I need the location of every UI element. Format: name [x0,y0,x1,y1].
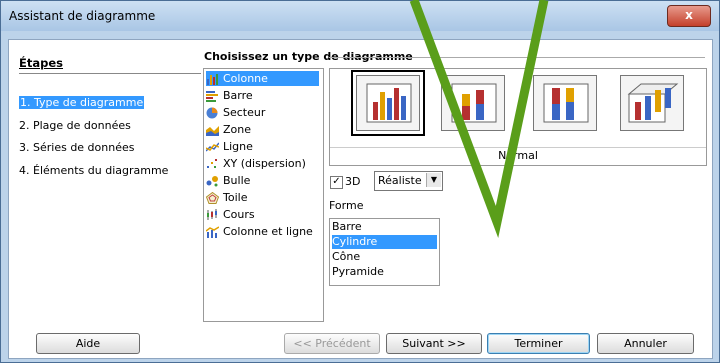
chart-type-label: Secteur [223,106,266,119]
chart-type-bubble[interactable]: Bulle [206,173,319,188]
chart-type-label: Colonne [223,72,268,85]
look-dropdown[interactable]: Réaliste ▼ [374,171,443,191]
three-d-label: 3D [345,175,361,188]
variant-percent-stacked-thumb[interactable] [533,75,597,131]
variant-stacked-thumb[interactable] [441,75,505,131]
area-chart-icon [206,124,219,136]
next-button[interactable]: Suivant >> [386,333,482,354]
title-bar[interactable]: Assistant de diagramme x [1,1,719,31]
dialog-body: Étapes 1. Type de diagramme 2. Plage de … [8,39,713,359]
column-line-chart-icon [205,226,220,238]
variant-stacked-icon [451,83,497,123]
chart-type-label: Zone [223,123,252,136]
chart-type-column[interactable]: Colonne [206,71,319,86]
shape-option-cylinder[interactable]: Cylindre [332,235,437,249]
chart-wizard-dialog: Assistant de diagramme x Étapes 1. Type … [0,0,720,363]
variant-deep-icon [627,83,679,123]
close-button[interactable]: x [667,5,711,27]
chart-type-label: XY (dispersion) [223,157,306,170]
variant-normal-thumb[interactable] [351,70,425,136]
stock-chart-icon [206,209,219,221]
chart-type-label: Colonne et ligne [223,225,313,238]
steps-title: Étapes [19,56,63,70]
three-d-checkbox[interactable]: ✓ [330,176,343,189]
chart-type-bar[interactable]: Barre [206,88,319,103]
chart-type-scatter[interactable]: XY (dispersion) [206,156,319,171]
chart-type-area[interactable]: Zone [206,122,319,137]
finish-button[interactable]: Terminer [487,333,590,354]
chart-type-net[interactable]: Toile [205,190,319,205]
shape-list[interactable]: Barre Cylindre Cône Pyramide [329,218,440,286]
help-button[interactable]: Aide [36,333,140,354]
step-chart-type[interactable]: 1. Type de diagramme [19,96,145,109]
scatter-chart-icon [206,158,219,170]
variant-preview-panel: Normal [329,68,707,166]
bubble-chart-icon [206,175,219,187]
shape-option-cone[interactable]: Cône [332,250,437,264]
chevron-down-icon[interactable]: ▼ [426,173,441,187]
net-chart-icon [205,191,220,204]
shape-option-pyramid[interactable]: Pyramide [332,265,437,279]
chart-type-list[interactable]: Colonne Barre Secteur Zone Ligne XY (dis… [203,68,324,322]
look-value: Réaliste [378,174,422,187]
chart-type-line[interactable]: Ligne [205,139,319,154]
chart-type-label: Bulle [223,174,251,187]
cancel-button[interactable]: Annuler [597,333,694,354]
chart-type-label: Toile [223,191,248,204]
bar-chart-icon [206,90,219,102]
chart-type-column-line[interactable]: Colonne et ligne [205,224,319,239]
column-chart-icon [206,73,219,85]
chart-type-stock[interactable]: Cours [206,207,319,222]
step-data-range[interactable]: 2. Plage de données [19,119,131,132]
step-data-series[interactable]: 3. Séries de données [19,141,134,154]
shape-option-bar[interactable]: Barre [332,220,437,234]
variant-normal-icon [366,83,412,123]
chart-type-pie[interactable]: Secteur [206,105,319,120]
previous-button[interactable]: << Précédent [284,333,380,354]
chart-type-label: Ligne [223,140,253,153]
variant-deep-thumb[interactable] [620,75,684,131]
variant-label: Normal [330,147,706,162]
variant-percent-stacked-icon [543,83,589,123]
window-title: Assistant de diagramme [9,9,156,23]
step-chart-elements[interactable]: 4. Éléments du diagramme [19,164,168,177]
line-chart-icon [205,141,220,153]
chart-type-label: Barre [223,89,253,102]
pie-chart-icon [206,107,219,119]
section-divider [329,57,705,58]
chart-type-label: Cours [223,208,255,221]
steps-divider [19,73,201,74]
shape-title: Forme [329,199,364,212]
